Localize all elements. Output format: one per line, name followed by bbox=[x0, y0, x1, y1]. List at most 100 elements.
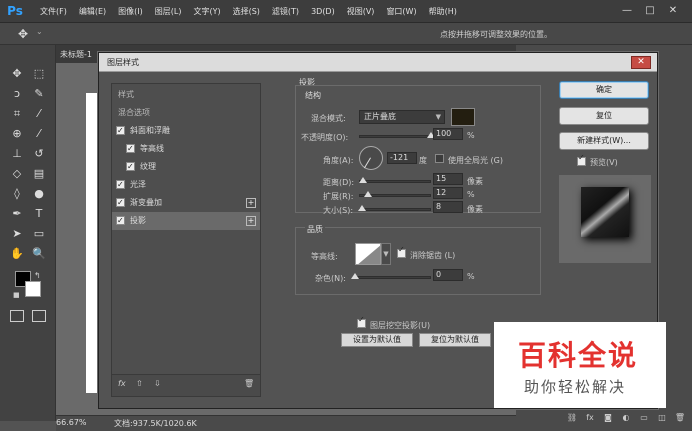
style-item-0[interactable]: 斜面和浮雕 bbox=[112, 122, 260, 140]
blend-mode-select[interactable]: 正片叠底 ▼ bbox=[359, 110, 445, 124]
eraser-icon[interactable]: ◇ bbox=[8, 165, 26, 183]
swap-colors-icon[interactable]: ↰ bbox=[34, 271, 41, 280]
menu-item-10[interactable]: 帮助(H) bbox=[423, 0, 463, 23]
minimize-button[interactable]: — bbox=[618, 4, 636, 18]
quick-mask-icon[interactable] bbox=[10, 310, 24, 322]
style-item-1[interactable]: 等高线 bbox=[112, 140, 260, 158]
angle-dial[interactable] bbox=[359, 146, 383, 170]
preview-checkbox[interactable] bbox=[577, 153, 586, 166]
document-tab[interactable]: 未标题-1 bbox=[60, 47, 92, 63]
set-default-button[interactable]: 设置为默认值 bbox=[341, 333, 413, 347]
contour-preview[interactable] bbox=[355, 243, 381, 265]
shadow-color-swatch[interactable] bbox=[451, 108, 475, 126]
hand-icon[interactable]: ✋ bbox=[8, 245, 26, 263]
menu-item-4[interactable]: 文字(Y) bbox=[187, 0, 226, 23]
trash-icon[interactable]: 🗑 bbox=[674, 412, 686, 424]
style-item-3[interactable]: 光泽 bbox=[112, 176, 260, 194]
type-icon[interactable]: T bbox=[30, 205, 48, 223]
mask-icon[interactable]: ◙ bbox=[602, 412, 614, 424]
distance-input[interactable]: 15 bbox=[433, 173, 463, 185]
default-colors-icon[interactable]: ■ bbox=[13, 291, 20, 299]
folder-icon[interactable]: ▭ bbox=[638, 412, 650, 424]
style-item-checkbox[interactable] bbox=[116, 122, 125, 140]
fx-icon[interactable]: fx bbox=[584, 412, 596, 424]
antialias-checkbox[interactable] bbox=[397, 245, 406, 258]
menu-item-1[interactable]: 编辑(E) bbox=[73, 0, 112, 23]
size-input[interactable]: 8 bbox=[433, 201, 463, 213]
style-item-checkbox[interactable] bbox=[116, 212, 125, 230]
adjustment-icon[interactable]: ◐ bbox=[620, 412, 632, 424]
noise-input[interactable]: 0 bbox=[433, 269, 463, 281]
menu-item-5[interactable]: 选择(S) bbox=[227, 0, 266, 23]
menu-item-9[interactable]: 窗口(W) bbox=[380, 0, 422, 23]
blur-icon[interactable]: ◊ bbox=[8, 185, 26, 203]
angle-input[interactable]: -121 bbox=[387, 152, 417, 164]
size-slider-thumb[interactable] bbox=[357, 205, 366, 211]
style-item-5[interactable]: 投影 + bbox=[112, 212, 260, 230]
trash-icon[interactable]: 🗑 bbox=[244, 379, 254, 388]
history-brush-icon[interactable]: ↺ bbox=[30, 145, 48, 163]
dialog-titlebar[interactable]: 图层样式 ✕ bbox=[99, 53, 657, 72]
chevron-down-icon[interactable]: ⌄ bbox=[36, 27, 43, 36]
noise-slider-thumb[interactable] bbox=[351, 273, 359, 279]
pen-icon[interactable]: ✒ bbox=[8, 205, 26, 223]
ok-button[interactable]: 确定 bbox=[559, 81, 649, 99]
gradient-icon[interactable]: ▤ bbox=[30, 165, 48, 183]
dodge-icon[interactable]: ● bbox=[30, 185, 48, 203]
style-item-checkbox[interactable] bbox=[126, 140, 135, 158]
spread-input[interactable]: 12 bbox=[433, 187, 463, 199]
style-item-checkbox[interactable] bbox=[116, 194, 125, 212]
document-canvas[interactable] bbox=[86, 93, 98, 393]
opacity-input[interactable]: 100 bbox=[433, 128, 463, 140]
lasso-icon[interactable]: ↄ bbox=[8, 85, 26, 103]
move-icon[interactable]: ✥ bbox=[8, 65, 26, 83]
link-icon[interactable]: ⛓ bbox=[566, 412, 578, 424]
crop-icon[interactable]: ⌗ bbox=[8, 105, 26, 123]
new-layer-icon[interactable]: ◫ bbox=[656, 412, 668, 424]
marquee-icon[interactable]: ⬚ bbox=[30, 65, 48, 83]
menu-item-0[interactable]: 文件(F) bbox=[34, 0, 73, 23]
menu-item-3[interactable]: 图层(L) bbox=[149, 0, 188, 23]
clone-stamp-icon[interactable]: ⊥ bbox=[8, 145, 26, 163]
add-style-icon[interactable]: + bbox=[246, 198, 256, 208]
move-down-icon[interactable]: ⇩ bbox=[154, 379, 161, 388]
spread-slider-thumb[interactable] bbox=[363, 191, 372, 197]
menu-item-8[interactable]: 视图(V) bbox=[341, 0, 381, 23]
menu-item-2[interactable]: 图像(I) bbox=[112, 0, 149, 23]
path-selection-icon[interactable]: ➤ bbox=[8, 225, 26, 243]
healing-brush-icon[interactable]: ⊕ bbox=[8, 125, 26, 143]
eyedropper-icon[interactable]: ⁄ bbox=[30, 105, 48, 123]
shape-icon[interactable]: ▭ bbox=[30, 225, 48, 243]
distance-slider[interactable] bbox=[359, 180, 431, 183]
size-slider[interactable] bbox=[359, 208, 431, 211]
styles-header[interactable]: 样式 bbox=[112, 86, 260, 104]
reset-button[interactable]: 复位 bbox=[559, 107, 649, 125]
reset-default-button[interactable]: 复位为默认值 bbox=[419, 333, 491, 347]
menu-item-6[interactable]: 滤镜(T) bbox=[266, 0, 305, 23]
distance-slider-thumb[interactable] bbox=[359, 177, 368, 183]
move-tool-icon[interactable]: ✥ bbox=[18, 26, 34, 42]
background-color-swatch[interactable] bbox=[25, 281, 41, 297]
knockout-checkbox[interactable] bbox=[357, 315, 366, 328]
move-up-icon[interactable]: ⇧ bbox=[136, 379, 143, 388]
opacity-slider[interactable] bbox=[359, 135, 431, 138]
magic-wand-icon[interactable]: ✎ bbox=[30, 85, 48, 103]
zoom-level[interactable]: 66.67% bbox=[56, 418, 87, 427]
new-style-button[interactable]: 新建样式(W)... bbox=[559, 132, 649, 150]
brush-icon[interactable]: ⁄ bbox=[30, 125, 48, 143]
style-item-checkbox[interactable] bbox=[126, 158, 135, 176]
close-window-button[interactable]: ✕ bbox=[664, 4, 682, 18]
dialog-close-button[interactable]: ✕ bbox=[631, 56, 651, 69]
fx-icon[interactable]: fx bbox=[118, 379, 126, 388]
add-style-icon[interactable]: + bbox=[246, 216, 256, 226]
maximize-button[interactable]: □ bbox=[641, 4, 659, 18]
global-light-checkbox[interactable] bbox=[435, 154, 444, 163]
style-item-2[interactable]: 纹理 bbox=[112, 158, 260, 176]
zoom-icon[interactable]: 🔍 bbox=[30, 245, 48, 263]
menu-item-7[interactable]: 3D(D) bbox=[305, 0, 341, 23]
screen-mode-icon[interactable] bbox=[32, 310, 46, 322]
style-item-checkbox[interactable] bbox=[116, 176, 125, 194]
chevron-down-icon[interactable]: ▼ bbox=[381, 243, 391, 265]
blend-options-item[interactable]: 混合选项 bbox=[112, 104, 260, 122]
style-item-4[interactable]: 渐变叠加 + bbox=[112, 194, 260, 212]
